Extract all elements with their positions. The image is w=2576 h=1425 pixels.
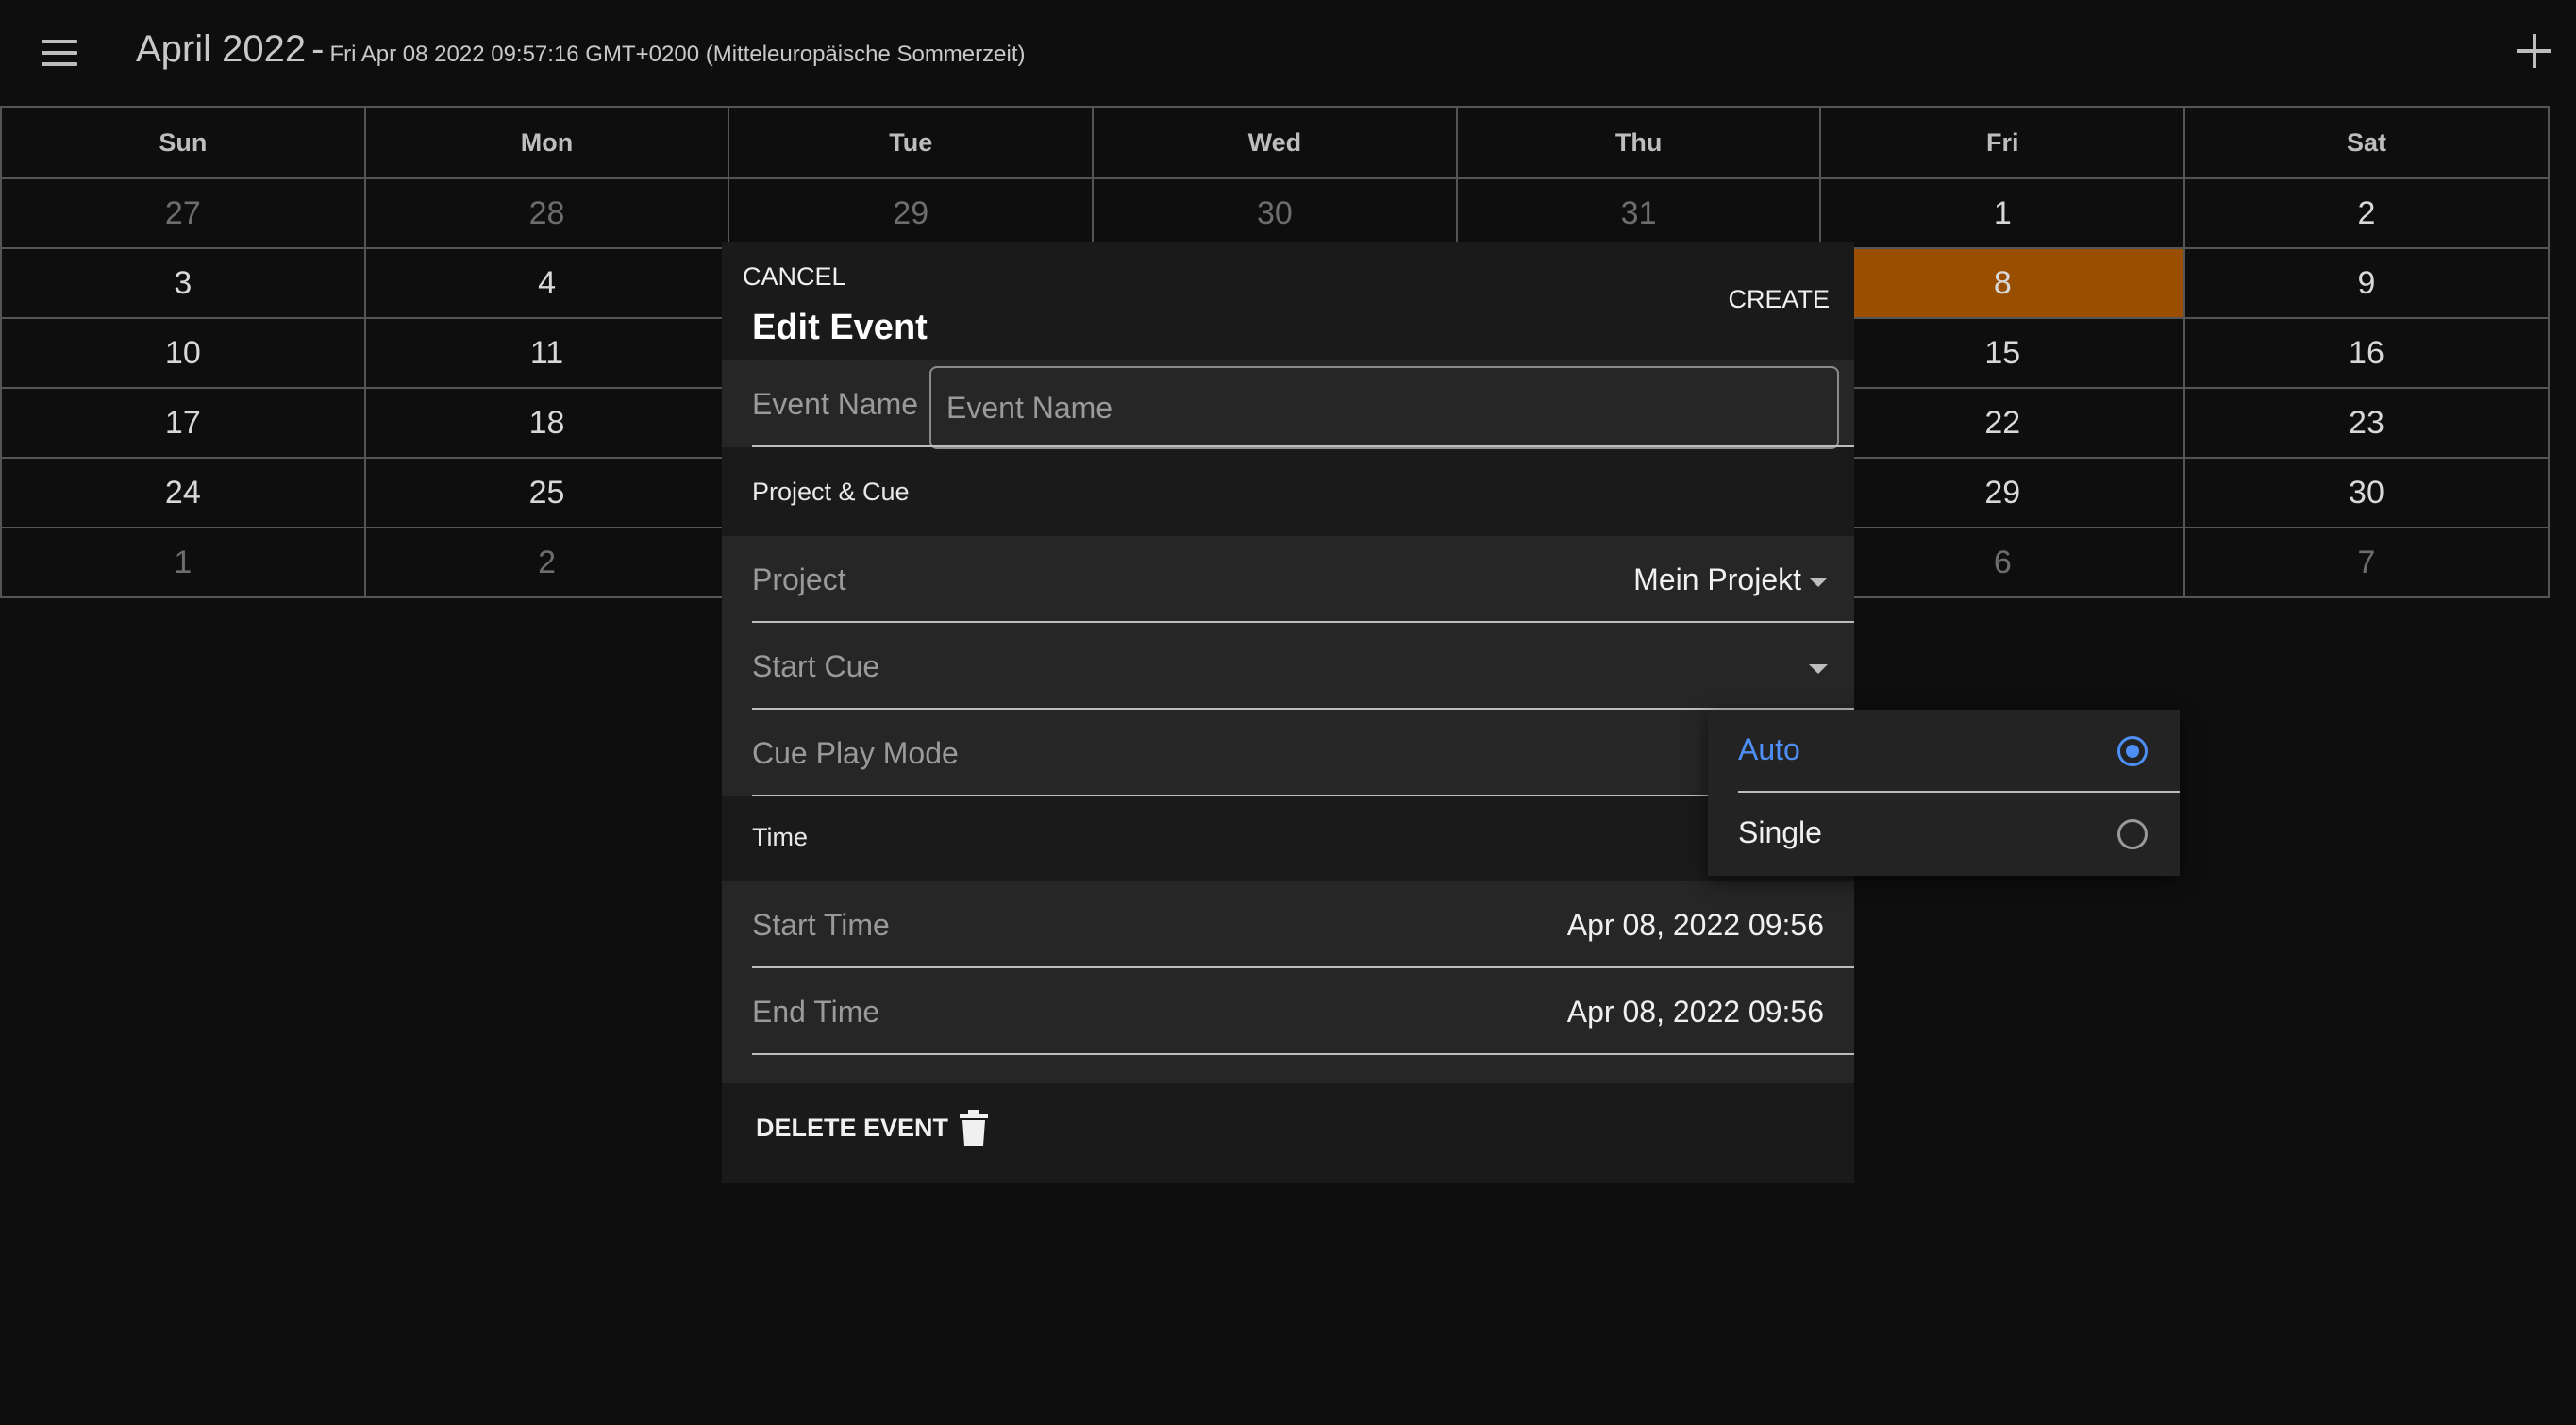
day-cell[interactable]: 16 [2185,319,2550,387]
day-cell[interactable]: 25 [366,459,730,527]
radio-selected-icon[interactable] [2117,736,2148,766]
event-name-label: Event Name [752,387,919,421]
start-time-label: Start Time [752,908,890,942]
weekday-sat: Sat [2185,108,2550,177]
weekday-fri: Fri [1821,108,2186,177]
day-cell[interactable]: 1 [2,528,366,596]
day-cell[interactable]: 28 [366,179,730,247]
trash-icon [960,1110,989,1146]
page-title: April 2022- Fri Apr 08 2022 09:57:16 GMT+… [136,28,1025,71]
radio-unselected-icon[interactable] [2117,819,2148,849]
start-cue-label: Start Cue [752,649,880,683]
weekday-sun: Sun [2,108,366,177]
day-cell[interactable]: 30 [2185,459,2550,527]
create-button[interactable]: CREATE [1728,285,1830,314]
day-cell[interactable]: 30 [1094,179,1458,247]
end-time-value: Apr 08, 2022 09:56 [1566,995,1824,1029]
event-name-row: Event Name [722,360,1854,449]
day-cell[interactable]: 11 [366,319,730,387]
menu-icon[interactable] [42,40,77,66]
play-mode-option-label: Auto [1738,732,1800,766]
weekday-wed: Wed [1094,108,1458,177]
weekday-thu: Thu [1458,108,1822,177]
day-cell[interactable]: 29 [729,179,1095,247]
play-mode-option-auto[interactable]: Auto [1708,710,2180,793]
end-time-label: End Time [752,995,880,1029]
start-time-field[interactable]: Start Time Apr 08, 2022 09:56 [722,881,1854,968]
day-cell[interactable]: 17 [2,389,366,457]
weekday-mon: Mon [366,108,730,177]
day-cell[interactable]: 22 [1821,389,2186,457]
section-time: Time [752,823,808,851]
title-dash: - [311,28,325,70]
cue-play-mode-underline [752,795,1854,796]
day-cell[interactable]: 2 [2185,179,2550,247]
play-mode-option-single[interactable]: Single [1708,793,2180,876]
project-label: Project [752,562,846,596]
day-cell[interactable]: 6 [1821,528,2186,596]
month-title: April 2022 [136,28,307,70]
section-project-cue: Project & Cue [752,478,910,506]
end-time-field[interactable]: End Time Apr 08, 2022 09:56 [722,968,1854,1055]
app-header: April 2022- Fri Apr 08 2022 09:57:16 GMT+… [0,0,2576,106]
day-cell[interactable]: 15 [1821,319,2186,387]
edit-event-dialog: CANCEL CREATE Edit Event Event Name Proj… [722,242,1854,1183]
calendar-week-1: 27 28 29 30 31 1 2 [0,179,2550,249]
current-datetime: Fri Apr 08 2022 09:57:16 GMT+0200 (Mitte… [329,42,1026,67]
dialog-title: Edit Event [752,308,928,347]
day-cell[interactable]: 27 [2,179,366,247]
event-name-underline [752,445,1854,447]
cue-play-mode-select[interactable]: Cue Play Mode [722,710,1854,796]
day-cell[interactable]: 1 [1821,179,2186,247]
delete-event-button[interactable]: DELETE EVENT [756,1110,989,1146]
day-cell[interactable]: 4 [366,249,730,317]
start-cue-select[interactable]: Start Cue [722,623,1854,710]
event-name-input[interactable] [929,366,1839,449]
day-cell[interactable]: 29 [1821,459,2186,527]
dialog-content-bottom [722,1055,1854,1083]
day-cell[interactable]: 31 [1458,179,1822,247]
chevron-down-icon[interactable] [1809,664,1828,674]
cancel-button[interactable]: CANCEL [743,262,846,292]
day-cell[interactable]: 3 [2,249,366,317]
day-cell[interactable]: 18 [366,389,730,457]
day-cell[interactable]: 10 [2,319,366,387]
add-icon[interactable] [2517,34,2551,68]
play-mode-option-label: Single [1738,815,1822,849]
delete-event-label: DELETE EVENT [756,1113,949,1142]
project-value: Mein Projekt [1633,562,1801,596]
day-cell[interactable]: 7 [2185,528,2550,596]
day-cell[interactable]: 24 [2,459,366,527]
cue-play-mode-menu: Auto Single [1708,710,2180,876]
start-time-value: Apr 08, 2022 09:56 [1566,908,1824,942]
day-cell[interactable]: 2 [366,528,730,596]
day-cell[interactable]: 23 [2185,389,2550,457]
weekday-tue: Tue [729,108,1095,177]
day-cell-today[interactable]: 8 [1821,249,2186,317]
cue-play-mode-label: Cue Play Mode [752,736,959,770]
chevron-down-icon[interactable] [1809,578,1828,587]
project-select[interactable]: Project Mein Projekt [722,536,1854,623]
weekday-header: Sun Mon Tue Wed Thu Fri Sat [0,106,2550,179]
day-cell[interactable]: 9 [2185,249,2550,317]
